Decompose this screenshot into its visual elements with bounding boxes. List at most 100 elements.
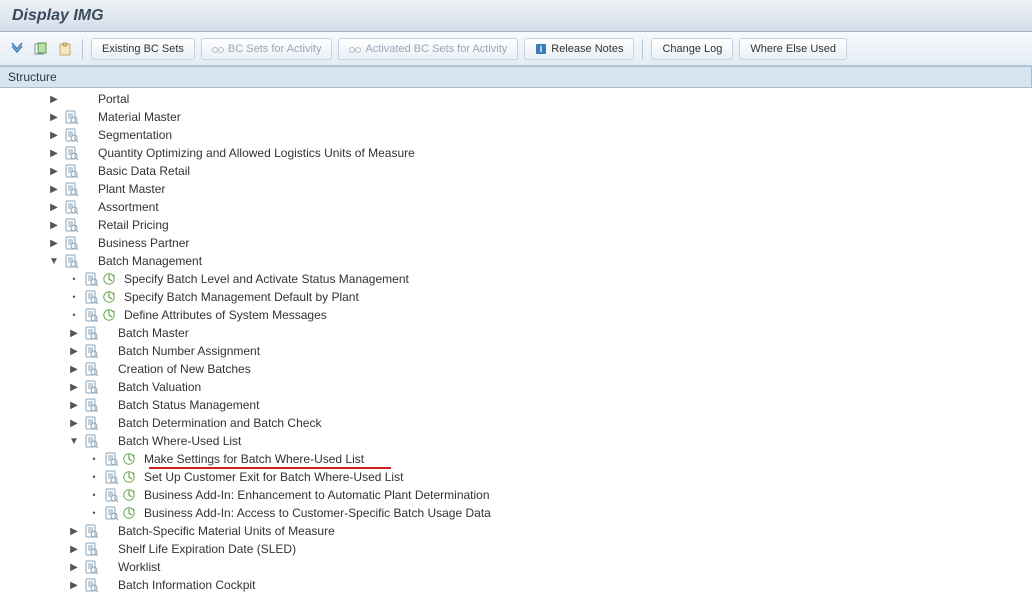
expand-toggle[interactable]: ▶ — [66, 364, 82, 375]
tree-node-label[interactable]: Batch Number Assignment — [112, 344, 260, 358]
img-activity-doc-icon[interactable] — [62, 146, 80, 161]
expand-toggle[interactable]: ▶ — [66, 382, 82, 393]
img-activity-doc-icon[interactable] — [62, 110, 80, 125]
img-activity-doc-icon[interactable] — [82, 416, 100, 431]
tree-node-label[interactable]: Business Partner — [92, 236, 189, 250]
img-activity-doc-icon[interactable] — [82, 434, 100, 449]
find-icon[interactable] — [32, 40, 50, 58]
expand-toggle[interactable]: ▶ — [46, 148, 62, 159]
expand-toggle[interactable]: ▶ — [46, 238, 62, 249]
expand-toggle[interactable]: ▶ — [46, 202, 62, 213]
img-activity-doc-icon[interactable] — [82, 380, 100, 395]
img-activity-doc-icon[interactable] — [62, 182, 80, 197]
tree-node-label[interactable]: Basic Data Retail — [92, 164, 190, 178]
tree-node-label[interactable]: Set Up Customer Exit for Batch Where-Use… — [138, 470, 403, 484]
execute-icon[interactable] — [120, 506, 138, 521]
img-activity-doc-icon[interactable] — [62, 218, 80, 233]
tree-node-label[interactable]: Batch Management — [92, 254, 202, 268]
tree-node-label[interactable]: Segmentation — [92, 128, 172, 142]
expand-toggle[interactable]: ▶ — [66, 400, 82, 411]
expand-toggle[interactable]: ▶ — [46, 130, 62, 141]
expand-toggle[interactable]: ▶ — [46, 166, 62, 177]
expand-toggle[interactable]: ▼ — [66, 436, 82, 447]
tree-node-label[interactable]: Assortment — [92, 200, 159, 214]
expand-toggle[interactable]: ▶ — [46, 94, 62, 105]
tree-node-label[interactable]: Quantity Optimizing and Allowed Logistic… — [92, 146, 415, 160]
img-activity-doc-icon[interactable] — [82, 578, 100, 593]
img-activity-doc-icon[interactable] — [62, 128, 80, 143]
tree-node-label[interactable]: Batch Information Cockpit — [112, 578, 255, 592]
expand-toggle[interactable]: ▶ — [66, 526, 82, 537]
img-activity-doc-icon[interactable] — [102, 506, 120, 521]
img-activity-doc-icon[interactable] — [82, 344, 100, 359]
img-activity-doc-icon[interactable] — [82, 290, 100, 305]
existing-bc-sets-button[interactable]: Existing BC Sets — [91, 38, 195, 60]
tree-node-label[interactable]: Specify Batch Level and Activate Status … — [118, 272, 409, 286]
tree-node-label[interactable]: Batch Valuation — [112, 380, 201, 394]
tree-node-label[interactable]: Shelf Life Expiration Date (SLED) — [112, 542, 296, 556]
img-activity-doc-icon[interactable] — [62, 200, 80, 215]
img-tree: ▶ Portal ▶ Material Master ▶ Segmentation ▶ Qua… — [0, 88, 1032, 594]
expand-toggle[interactable]: ▶ — [66, 418, 82, 429]
img-activity-doc-icon[interactable] — [62, 254, 80, 269]
tree-node-label[interactable]: Material Master — [92, 110, 181, 124]
img-activity-doc-icon[interactable] — [82, 272, 100, 287]
expand-toggle[interactable]: ▶ — [66, 562, 82, 573]
execute-icon[interactable] — [100, 290, 118, 305]
img-activity-doc-icon[interactable] — [82, 398, 100, 413]
tree-node-label[interactable]: Batch Status Management — [112, 398, 259, 412]
tree-node-label[interactable]: Make Settings for Batch Where-Used List — [138, 452, 364, 466]
expand-toggle[interactable]: ▶ — [66, 328, 82, 339]
tree-node-label[interactable]: Batch-Specific Material Units of Measure — [112, 524, 335, 538]
expand-toggle[interactable]: ▶ — [66, 544, 82, 555]
expand-toggle[interactable]: ▼ — [46, 256, 62, 267]
button-label: Activated BC Sets for Activity — [365, 43, 507, 55]
change-log-button[interactable]: Change Log — [651, 38, 733, 60]
img-activity-doc-icon[interactable] — [82, 362, 100, 377]
where-else-used-button[interactable]: Where Else Used — [739, 38, 847, 60]
tree-node-label[interactable]: Plant Master — [92, 182, 165, 196]
button-label: Release Notes — [551, 43, 623, 55]
tree-node-label[interactable]: Specify Batch Management Default by Plan… — [118, 290, 359, 304]
img-activity-doc-icon[interactable] — [102, 470, 120, 485]
img-activity-doc-icon[interactable] — [102, 452, 120, 467]
tree-bullet: • — [86, 490, 102, 500]
execute-icon[interactable] — [120, 470, 138, 485]
execute-icon[interactable] — [120, 488, 138, 503]
tree-node-label[interactable]: Business Add-In: Access to Customer-Spec… — [138, 506, 491, 520]
tree-row: ▶ Material Master — [0, 108, 1032, 126]
expand-toggle[interactable]: ▶ — [66, 346, 82, 357]
img-activity-doc-icon[interactable] — [82, 308, 100, 323]
tree-node-label[interactable]: Creation of New Batches — [112, 362, 251, 376]
img-activity-doc-icon[interactable] — [82, 326, 100, 341]
tree-row: ▼ Batch Where-Used List — [0, 432, 1032, 450]
tree-row: •Make Settings for Batch Where-Used List — [0, 450, 1032, 468]
expand-toggle[interactable]: ▶ — [46, 112, 62, 123]
expand-toggle[interactable]: ▶ — [46, 184, 62, 195]
tree-node-label[interactable]: Batch Where-Used List — [112, 434, 241, 448]
execute-icon[interactable] — [100, 308, 118, 323]
tree-node-label[interactable]: Business Add-In: Enhancement to Automati… — [138, 488, 490, 502]
tree-node-label[interactable]: Worklist — [112, 560, 160, 574]
img-activity-doc-icon[interactable] — [62, 236, 80, 251]
img-activity-doc-icon[interactable] — [62, 164, 80, 179]
clipboard-icon[interactable] — [56, 40, 74, 58]
bc-sets-for-activity-button[interactable]: BC Sets for Activity — [201, 38, 333, 60]
execute-icon[interactable] — [100, 272, 118, 287]
img-activity-doc-icon[interactable] — [82, 542, 100, 557]
expand-toggle[interactable]: ▶ — [46, 220, 62, 231]
tree-node-label[interactable]: Portal — [92, 92, 129, 106]
tree-row: •Define Attributes of System Messages — [0, 306, 1032, 324]
tree-node-label[interactable]: Define Attributes of System Messages — [118, 308, 327, 322]
img-activity-doc-icon[interactable] — [82, 560, 100, 575]
release-notes-button[interactable]: i Release Notes — [524, 38, 634, 60]
execute-icon[interactable] — [120, 452, 138, 467]
expand-all-icon[interactable] — [8, 40, 26, 58]
activated-bc-sets-button[interactable]: Activated BC Sets for Activity — [338, 38, 518, 60]
tree-node-label[interactable]: Retail Pricing — [92, 218, 169, 232]
img-activity-doc-icon[interactable] — [102, 488, 120, 503]
expand-toggle[interactable]: ▶ — [66, 580, 82, 591]
img-activity-doc-icon[interactable] — [82, 524, 100, 539]
tree-node-label[interactable]: Batch Determination and Batch Check — [112, 416, 321, 430]
tree-node-label[interactable]: Batch Master — [112, 326, 189, 340]
